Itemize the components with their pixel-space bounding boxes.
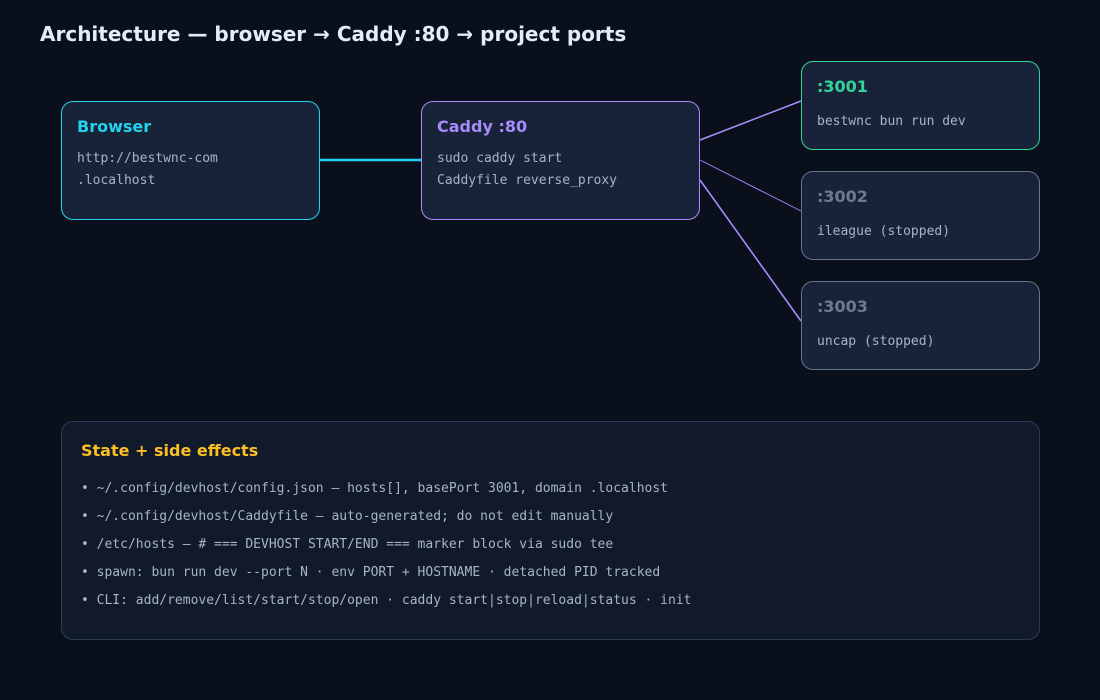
state-list: • ~/.config/devhost/config.json — hosts[…	[81, 481, 691, 621]
browser-node: Browser http://bestwnc-com .localhost	[61, 101, 320, 220]
port-3001-description: bestwnc bun run dev	[817, 114, 966, 129]
port-3002-title: :3002	[817, 187, 868, 206]
port-node-3003: :3003 uncap (stopped)	[801, 281, 1040, 370]
state-item-etc-hosts: • /etc/hosts — # === DEVHOST START/END =…	[81, 537, 614, 552]
port-3003-title: :3003	[817, 297, 868, 316]
state-panel-title: State + side effects	[81, 441, 259, 460]
caddy-node: Caddy :80 sudo caddy start Caddyfile rev…	[421, 101, 700, 220]
port-node-3002: :3002 ileague (stopped)	[801, 171, 1040, 260]
browser-url-line-2: .localhost	[77, 173, 156, 188]
connector-caddy-to-3001	[699, 100, 802, 141]
state-item-config-json: • ~/.config/devhost/config.json — hosts[…	[81, 481, 668, 496]
connector-caddy-to-3003	[699, 179, 802, 322]
state-item-caddyfile: • ~/.config/devhost/Caddyfile — auto-gen…	[81, 509, 614, 524]
port-3001-title: :3001	[817, 77, 868, 96]
state-item-spawn: • spawn: bun run dev --port N · env PORT…	[81, 565, 661, 580]
connector-caddy-to-3002	[699, 159, 802, 212]
caddy-node-title: Caddy :80	[437, 117, 528, 136]
browser-url-line-1: http://bestwnc-com	[77, 151, 218, 166]
caddy-config-line: Caddyfile reverse_proxy	[437, 173, 618, 188]
browser-node-title: Browser	[77, 117, 152, 136]
state-item-cli: • CLI: add/remove/list/start/stop/open ·…	[81, 593, 692, 608]
port-3002-description: ileague (stopped)	[817, 224, 951, 239]
caddy-command-line: sudo caddy start	[437, 151, 563, 166]
state-side-effects-panel: State + side effects • ~/.config/devhost…	[61, 421, 1040, 640]
port-3003-description: uncap (stopped)	[817, 334, 935, 349]
port-node-3001: :3001 bestwnc bun run dev	[801, 61, 1040, 150]
